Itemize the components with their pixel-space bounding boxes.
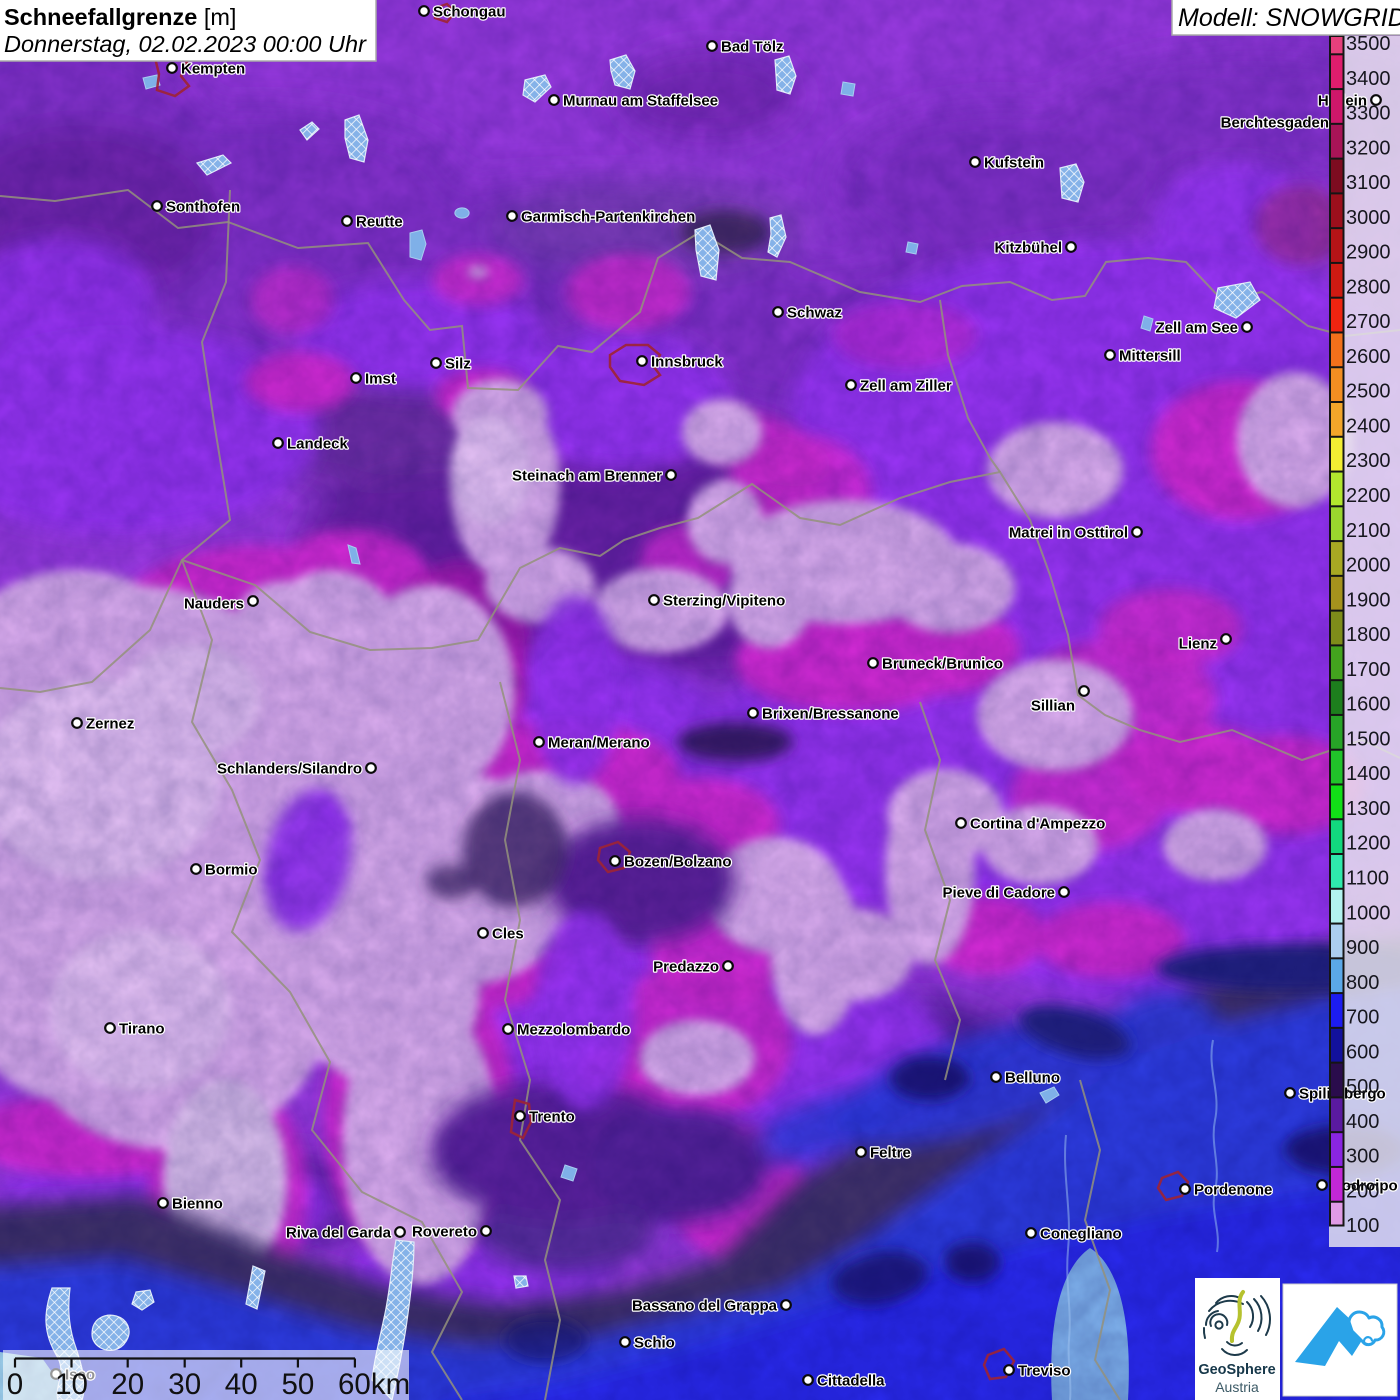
svg-text:1000: 1000 [1346, 902, 1391, 924]
svg-text:2000: 2000 [1346, 555, 1391, 577]
svg-text:Austria: Austria [1215, 1379, 1259, 1395]
svg-text:1800: 1800 [1346, 624, 1391, 646]
svg-text:Pieve di Cadore: Pieve di Cadore [942, 885, 1055, 902]
svg-text:1200: 1200 [1346, 833, 1391, 855]
svg-text:1600: 1600 [1346, 694, 1391, 716]
svg-text:400: 400 [1346, 1111, 1379, 1133]
svg-text:Steinach am Brenner: Steinach am Brenner [512, 468, 662, 485]
svg-text:60km: 60km [338, 1368, 410, 1400]
svg-text:Meran/Merano: Meran/Merano [548, 735, 650, 752]
svg-text:Treviso: Treviso [1018, 1363, 1071, 1380]
svg-text:Predazzo: Predazzo [653, 959, 719, 976]
svg-text:Innsbruck: Innsbruck [651, 354, 723, 371]
svg-text:Schongau: Schongau [433, 4, 506, 21]
svg-text:Zernez: Zernez [86, 716, 134, 733]
svg-text:Schio: Schio [634, 1335, 675, 1352]
svg-text:2200: 2200 [1346, 485, 1391, 507]
svg-text:1500: 1500 [1346, 728, 1391, 750]
svg-text:Rovereto: Rovereto [412, 1224, 477, 1241]
svg-text:Cles: Cles [492, 926, 524, 943]
svg-text:700: 700 [1346, 1007, 1379, 1029]
svg-text:Modell: SNOWGRID: Modell: SNOWGRID [1178, 4, 1400, 32]
svg-text:Riva del Garda: Riva del Garda [286, 1225, 392, 1242]
svg-text:Garmisch-Partenkirchen: Garmisch-Partenkirchen [521, 209, 695, 226]
svg-text:Brixen/Bressanone: Brixen/Bressanone [762, 706, 899, 723]
svg-text:20: 20 [111, 1368, 144, 1400]
svg-text:40: 40 [225, 1368, 258, 1400]
svg-text:Feltre: Feltre [870, 1145, 911, 1162]
svg-text:Pordenone: Pordenone [1194, 1182, 1272, 1199]
svg-text:Imst: Imst [365, 371, 396, 388]
svg-text:2900: 2900 [1346, 242, 1391, 264]
svg-text:1700: 1700 [1346, 659, 1391, 681]
svg-text:Bienno: Bienno [172, 1196, 223, 1213]
svg-text:Trento: Trento [529, 1109, 575, 1126]
svg-text:Zell am See: Zell am See [1155, 320, 1238, 337]
svg-text:Conegliano: Conegliano [1040, 1226, 1122, 1243]
svg-text:800: 800 [1346, 972, 1379, 994]
svg-text:Sterzing/Vipiteno: Sterzing/Vipiteno [663, 593, 785, 610]
svg-text:Reutte: Reutte [356, 214, 403, 231]
svg-text:600: 600 [1346, 1041, 1379, 1063]
svg-text:900: 900 [1346, 937, 1379, 959]
svg-text:1900: 1900 [1346, 589, 1391, 611]
svg-text:Schwaz: Schwaz [787, 305, 842, 322]
svg-text:Bassano del Grappa: Bassano del Grappa [632, 1298, 778, 1315]
svg-text:Schneefallgrenze [m]: Schneefallgrenze [m] [4, 4, 236, 30]
svg-text:1100: 1100 [1346, 867, 1389, 889]
svg-text:2300: 2300 [1346, 450, 1391, 472]
svg-text:Sillian: Sillian [1031, 698, 1075, 715]
svg-text:Bormio: Bormio [205, 862, 258, 879]
svg-text:Kufstein: Kufstein [984, 155, 1044, 172]
svg-text:Belluno: Belluno [1005, 1070, 1060, 1087]
svg-text:3300: 3300 [1346, 103, 1391, 125]
svg-text:2400: 2400 [1346, 415, 1391, 437]
svg-text:Cittadella: Cittadella [817, 1373, 885, 1390]
svg-text:Tirano: Tirano [119, 1021, 165, 1038]
svg-text:Nauders: Nauders [184, 596, 244, 613]
svg-text:Bozen/Bolzano: Bozen/Bolzano [624, 854, 732, 871]
svg-text:3100: 3100 [1346, 172, 1391, 194]
svg-text:Matrei in Osttirol: Matrei in Osttirol [1009, 525, 1128, 542]
svg-text:2800: 2800 [1346, 276, 1391, 298]
svg-text:1400: 1400 [1346, 763, 1391, 785]
svg-text:Bruneck/Brunico: Bruneck/Brunico [882, 656, 1003, 673]
svg-text:Kempten: Kempten [181, 61, 245, 78]
svg-text:2500: 2500 [1346, 381, 1391, 403]
svg-text:10: 10 [55, 1368, 88, 1400]
svg-text:Murnau am Staffelsee: Murnau am Staffelsee [563, 93, 718, 110]
svg-text:500: 500 [1346, 1076, 1379, 1098]
svg-text:200: 200 [1346, 1180, 1379, 1202]
svg-text:Schlanders/Silandro: Schlanders/Silandro [217, 761, 362, 778]
svg-text:Lienz: Lienz [1179, 636, 1217, 653]
svg-text:Berchtesgaden: Berchtesgaden [1221, 115, 1329, 132]
svg-text:2600: 2600 [1346, 346, 1391, 368]
svg-text:Bad Tölz: Bad Tölz [721, 39, 784, 56]
svg-text:2700: 2700 [1346, 311, 1391, 333]
svg-text:Kitzbühel: Kitzbühel [995, 240, 1063, 257]
svg-text:50: 50 [281, 1368, 314, 1400]
svg-text:Mezzolombardo: Mezzolombardo [517, 1022, 630, 1039]
svg-text:3000: 3000 [1346, 207, 1391, 229]
svg-text:Cortina d'Ampezzo: Cortina d'Ampezzo [970, 816, 1105, 833]
svg-text:300: 300 [1346, 1146, 1379, 1168]
svg-text:Donnerstag, 02.02.2023 00:00 U: Donnerstag, 02.02.2023 00:00 Uhr [4, 31, 367, 57]
svg-text:Mittersill: Mittersill [1119, 348, 1181, 365]
svg-text:100: 100 [1346, 1215, 1379, 1237]
svg-text:Landeck: Landeck [287, 436, 349, 453]
svg-text:3500: 3500 [1346, 33, 1391, 55]
svg-text:GeoSphere: GeoSphere [1198, 1362, 1275, 1378]
svg-text:Sonthofen: Sonthofen [166, 199, 240, 216]
svg-text:0: 0 [7, 1368, 23, 1400]
svg-text:30: 30 [168, 1368, 201, 1400]
svg-text:Silz: Silz [445, 356, 471, 373]
svg-text:Zell am Ziller: Zell am Ziller [860, 378, 952, 395]
svg-text:3200: 3200 [1346, 137, 1391, 159]
svg-text:2100: 2100 [1346, 520, 1391, 542]
svg-text:3400: 3400 [1346, 68, 1391, 90]
svg-text:1300: 1300 [1346, 798, 1391, 820]
